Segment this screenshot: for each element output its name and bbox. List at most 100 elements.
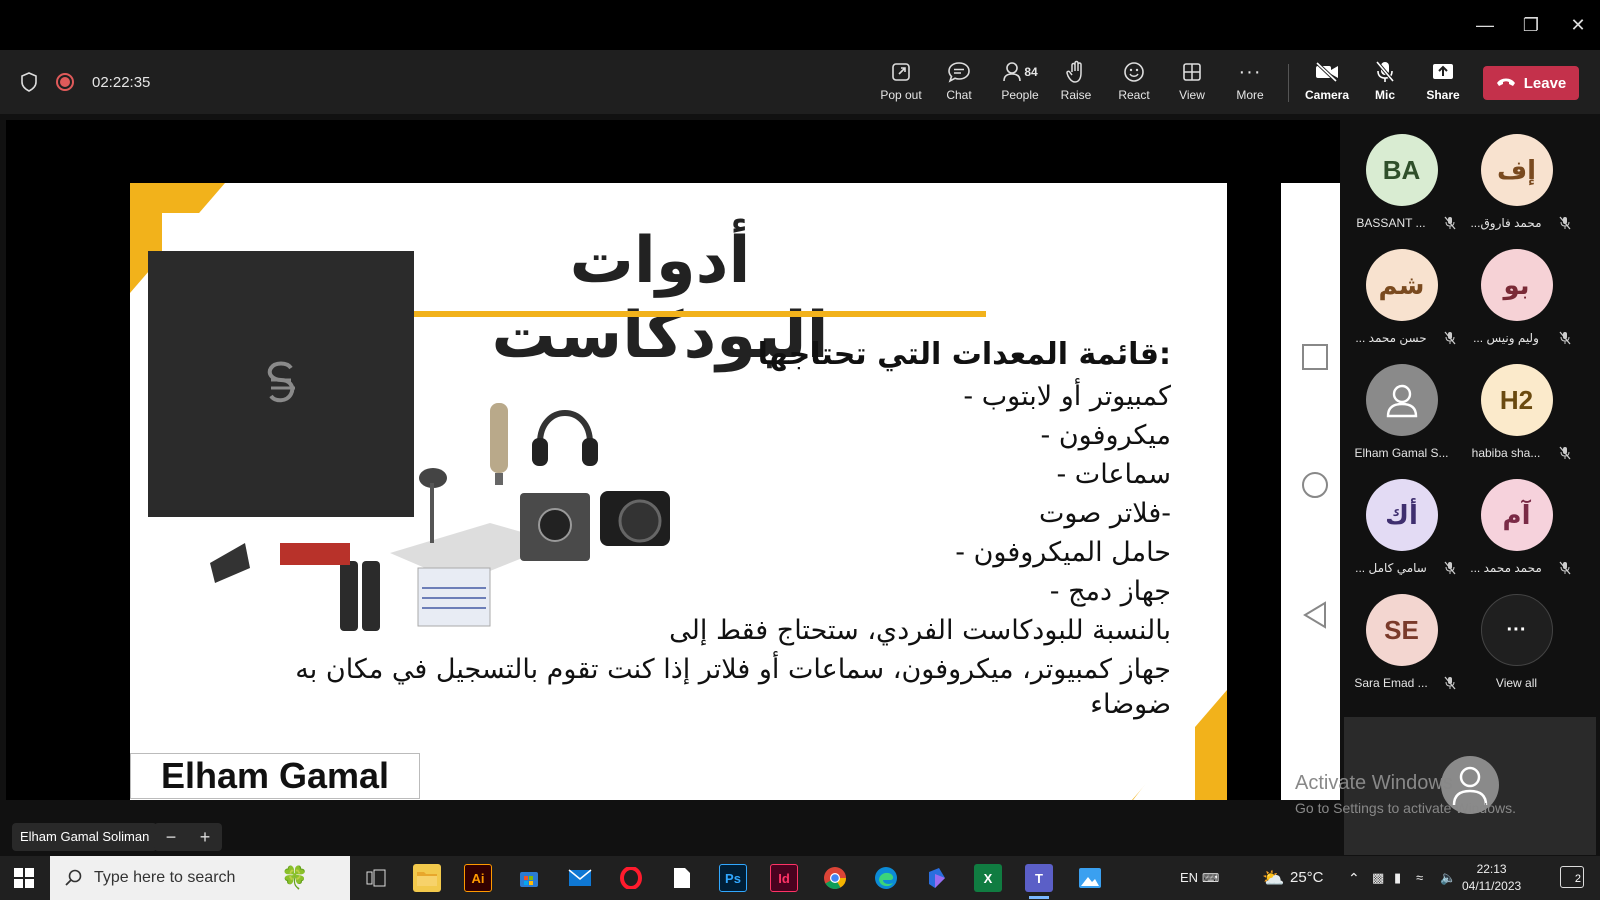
circle-icon[interactable] [1301,471,1329,499]
people-button[interactable]: 84 People [990,58,1050,108]
view-button[interactable]: View [1164,58,1220,108]
presenter-video-tile [148,251,414,517]
participant-name: ...محمد فاروق [1470,216,1542,230]
weather-icon[interactable]: ⛅ [1262,856,1284,900]
photos-icon[interactable] [1076,864,1104,892]
volume-icon[interactable]: 🔈 [1440,856,1456,900]
teams-icon[interactable]: T [1025,864,1053,899]
camera-button[interactable]: Camera [1299,58,1355,108]
language-indicator[interactable]: EN [1180,856,1198,900]
participant-name: ... حسن محمد [1355,331,1427,345]
mic-off-icon [1559,216,1571,230]
people-count: 84 [1024,65,1038,79]
task-view-icon[interactable] [362,864,390,892]
participant-tile[interactable]: أك ... سامي كامل [1344,479,1459,575]
system-clock[interactable]: 22:13 04/11/2023 [1462,861,1521,895]
edge-icon[interactable] [872,864,900,892]
search-placeholder: Type here to search [94,869,236,886]
close-icon[interactable]: ✕ [1563,10,1593,40]
participants-panel: BA BASSANT ... إف ...محمد فاروق شم ... ح… [1340,114,1600,856]
notepad-icon[interactable] [668,864,696,892]
file-explorer-icon[interactable] [413,864,441,892]
list-item: ضوضاء [1090,689,1171,720]
square-icon[interactable] [1301,343,1329,371]
microsoft-store-icon[interactable] [515,864,543,892]
camera-off-icon [1299,58,1355,86]
windows-taskbar: Type here to search 🍀 Ai Ps Id X T EN ⌨ … [0,856,1600,900]
battery-icon[interactable]: ▮ [1394,856,1401,900]
share-button[interactable]: Share [1415,58,1471,108]
layout-icon [1164,58,1220,86]
more-button[interactable]: ··· More [1222,58,1278,108]
notification-center-icon[interactable]: 2 [1560,866,1584,888]
mail-icon[interactable] [566,864,594,892]
mic-button[interactable]: Mic [1357,58,1413,108]
react-button[interactable]: React [1106,58,1162,108]
share-label: Share [1426,88,1460,102]
avatar: H2 [1480,364,1553,436]
list-item: جهاز كمبيوتر، ميكروفون، سماعات أو فلاتر … [295,654,1171,685]
search-highlight-icon: 🍀 [281,865,309,890]
leave-button[interactable]: Leave [1483,66,1579,100]
zoom-in-button[interactable]: + [200,827,211,848]
windows-start-icon[interactable] [14,868,34,888]
minimize-icon[interactable]: — [1470,10,1500,40]
chrome-icon[interactable] [821,864,849,892]
participant-tile[interactable]: شم ... حسن محمد [1344,249,1459,345]
restore-icon[interactable]: ❐ [1516,10,1546,40]
view-all-label: View all [1495,676,1538,690]
keyboard-icon[interactable]: ⌨ [1202,856,1219,900]
raise-hand-button[interactable]: Raise [1048,58,1104,108]
shield-icon[interactable] [20,72,38,92]
zoom-out-button[interactable]: − [166,827,177,848]
participant-tile[interactable]: BA BASSANT ... [1344,134,1459,230]
participant-tile[interactable]: Elham Gamal S... [1344,364,1459,460]
avatar: BA [1365,134,1438,206]
slide-shape-tools [1281,183,1345,800]
participant-name: Elham Gamal S... [1354,446,1449,460]
indesign-icon[interactable]: Id [770,864,798,892]
shared-content-stage: أدوات البودكاست :قائمة المعدات التي تحتا… [0,114,1345,856]
opera-icon[interactable] [617,864,645,892]
wifi-icon[interactable]: ≈ [1416,856,1423,900]
participant-tile[interactable]: SE Sara Emad ... [1344,594,1459,690]
triangle-back-icon[interactable] [1301,601,1329,629]
more-label: More [1236,88,1264,102]
window-title-bar: — ❐ ✕ [0,0,1600,50]
meet-now-icon[interactable]: ▩ [1372,856,1384,900]
pop-out-button[interactable]: Pop out [873,58,929,108]
slide-viewport: أدوات البودكاست :قائمة المعدات التي تحتا… [6,120,1345,800]
chat-button[interactable]: Chat [931,58,987,108]
mic-off-icon [1444,561,1456,575]
camera-label: Camera [1304,88,1350,102]
clock-time: 22:13 [1476,862,1507,876]
participant-name: habiba sha... [1471,446,1541,460]
excel-icon[interactable]: X [974,864,1002,892]
copilot-icon[interactable] [923,864,951,892]
presenter-logo-icon [267,361,295,403]
illustrator-icon[interactable]: Ai [464,864,492,892]
leave-label: Leave [1523,74,1567,92]
activate-windows-subtitle: Go to Settings to activate Windows. [1295,800,1516,816]
avatar: إف [1480,134,1553,206]
pop-out-label: Pop out [880,88,922,102]
raise-hand-icon [1048,58,1104,86]
meeting-status: 02:22:35 [20,72,150,92]
emoji-icon [1106,58,1162,86]
view-label: View [1179,88,1205,102]
toolbar-divider [1288,64,1289,102]
mic-off-icon [1444,331,1456,345]
participant-tile[interactable]: إف ...محمد فاروق [1459,134,1574,230]
participant-tile[interactable]: H2 habiba sha... [1459,364,1574,460]
participant-tile[interactable]: آم ... محمد محمد [1459,479,1574,575]
view-all-button[interactable]: ··· View all [1459,594,1574,690]
taskbar-search-box[interactable]: Type here to search 🍀 [50,856,350,900]
activate-windows-title: Activate Windows [1295,772,1453,794]
recording-icon [56,73,74,91]
raise-label: Raise [1060,88,1092,102]
avatar: شم [1365,249,1438,321]
participant-tile[interactable]: بو ... وليم ونيس [1459,249,1574,345]
slide-presenter-name: Elham Gamal [130,753,420,799]
photoshop-icon[interactable]: Ps [719,864,747,892]
chevron-up-icon[interactable]: ⌃ [1348,856,1360,900]
